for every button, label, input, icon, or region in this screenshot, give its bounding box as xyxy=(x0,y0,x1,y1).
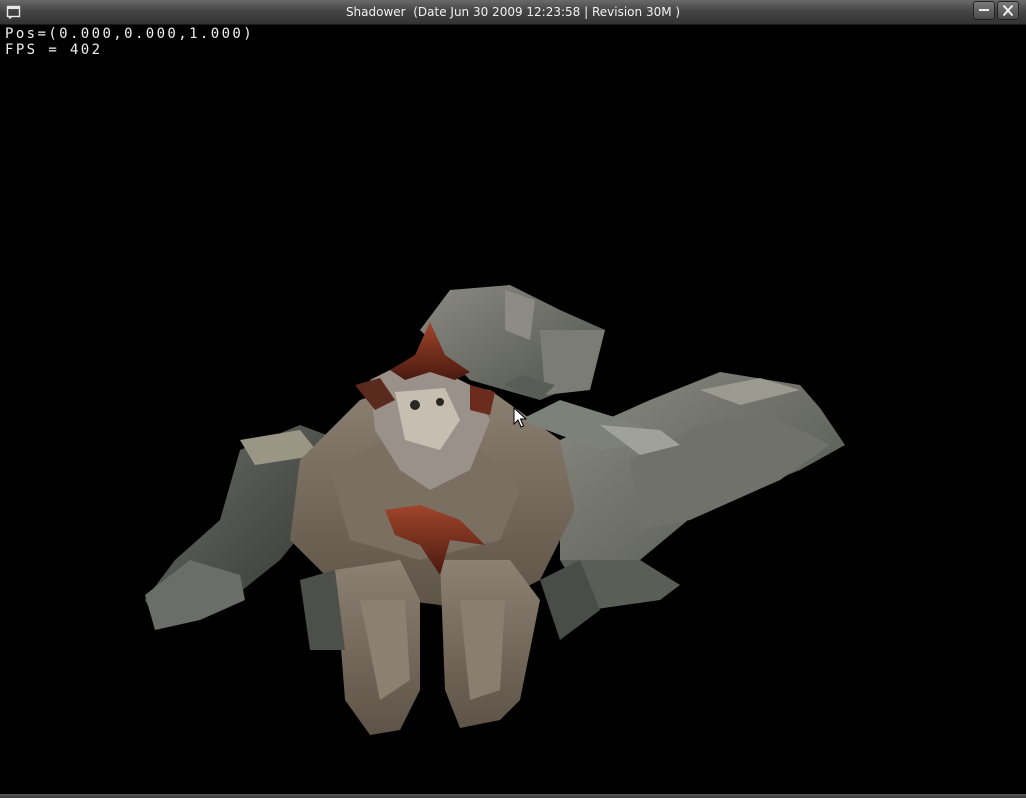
mouse-pointer-icon xyxy=(513,407,527,428)
close-icon xyxy=(1002,4,1014,17)
window-bottom-frame[interactable] xyxy=(0,794,1026,798)
render-viewport[interactable]: Pos=(0.000,0.000,1.000) FPS = 402 xyxy=(0,25,1026,794)
close-button[interactable] xyxy=(997,1,1019,20)
minimize-icon xyxy=(979,9,989,11)
application-window: Shadower (Date Jun 30 2009 12:23:58 | Re… xyxy=(0,0,1026,798)
window-title: Shadower (Date Jun 30 2009 12:23:58 | Re… xyxy=(345,5,681,19)
title-bar[interactable]: Shadower (Date Jun 30 2009 12:23:58 | Re… xyxy=(0,0,1026,25)
minimize-button[interactable] xyxy=(973,1,995,20)
